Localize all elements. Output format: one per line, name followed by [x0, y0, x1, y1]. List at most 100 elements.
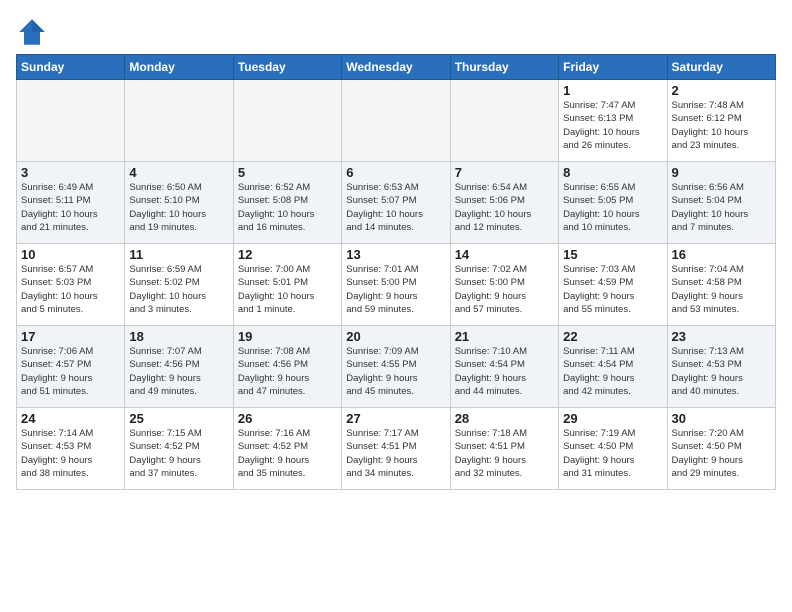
calendar-week-row: 3Sunrise: 6:49 AMSunset: 5:11 PMDaylight… [17, 162, 776, 244]
day-number: 9 [672, 165, 771, 180]
day-info: Sunrise: 7:15 AMSunset: 4:52 PMDaylight:… [129, 427, 228, 480]
calendar-day-cell: 6Sunrise: 6:53 AMSunset: 5:07 PMDaylight… [342, 162, 450, 244]
calendar: SundayMondayTuesdayWednesdayThursdayFrid… [16, 54, 776, 490]
calendar-day-cell: 4Sunrise: 6:50 AMSunset: 5:10 PMDaylight… [125, 162, 233, 244]
day-number: 4 [129, 165, 228, 180]
day-info: Sunrise: 7:17 AMSunset: 4:51 PMDaylight:… [346, 427, 445, 480]
calendar-day-cell [125, 80, 233, 162]
calendar-day-cell: 22Sunrise: 7:11 AMSunset: 4:54 PMDayligh… [559, 326, 667, 408]
day-number: 29 [563, 411, 662, 426]
calendar-day-cell: 23Sunrise: 7:13 AMSunset: 4:53 PMDayligh… [667, 326, 775, 408]
calendar-day-cell [233, 80, 341, 162]
calendar-day-cell: 27Sunrise: 7:17 AMSunset: 4:51 PMDayligh… [342, 408, 450, 490]
day-info: Sunrise: 7:04 AMSunset: 4:58 PMDaylight:… [672, 263, 771, 316]
calendar-week-row: 1Sunrise: 7:47 AMSunset: 6:13 PMDaylight… [17, 80, 776, 162]
page-container: SundayMondayTuesdayWednesdayThursdayFrid… [0, 0, 792, 498]
day-number: 17 [21, 329, 120, 344]
calendar-day-cell: 21Sunrise: 7:10 AMSunset: 4:54 PMDayligh… [450, 326, 558, 408]
calendar-day-cell: 9Sunrise: 6:56 AMSunset: 5:04 PMDaylight… [667, 162, 775, 244]
calendar-day-cell: 30Sunrise: 7:20 AMSunset: 4:50 PMDayligh… [667, 408, 775, 490]
day-info: Sunrise: 7:00 AMSunset: 5:01 PMDaylight:… [238, 263, 337, 316]
day-info: Sunrise: 7:10 AMSunset: 4:54 PMDaylight:… [455, 345, 554, 398]
calendar-day-cell: 1Sunrise: 7:47 AMSunset: 6:13 PMDaylight… [559, 80, 667, 162]
calendar-day-cell: 29Sunrise: 7:19 AMSunset: 4:50 PMDayligh… [559, 408, 667, 490]
calendar-header-row: SundayMondayTuesdayWednesdayThursdayFrid… [17, 55, 776, 80]
day-info: Sunrise: 7:06 AMSunset: 4:57 PMDaylight:… [21, 345, 120, 398]
day-info: Sunrise: 6:54 AMSunset: 5:06 PMDaylight:… [455, 181, 554, 234]
calendar-day-cell: 20Sunrise: 7:09 AMSunset: 4:55 PMDayligh… [342, 326, 450, 408]
day-number: 2 [672, 83, 771, 98]
day-number: 14 [455, 247, 554, 262]
calendar-day-cell: 13Sunrise: 7:01 AMSunset: 5:00 PMDayligh… [342, 244, 450, 326]
calendar-day-header: Tuesday [233, 55, 341, 80]
day-info: Sunrise: 6:55 AMSunset: 5:05 PMDaylight:… [563, 181, 662, 234]
calendar-day-header: Sunday [17, 55, 125, 80]
calendar-day-header: Friday [559, 55, 667, 80]
day-info: Sunrise: 6:50 AMSunset: 5:10 PMDaylight:… [129, 181, 228, 234]
day-number: 15 [563, 247, 662, 262]
day-info: Sunrise: 6:57 AMSunset: 5:03 PMDaylight:… [21, 263, 120, 316]
calendar-day-cell: 8Sunrise: 6:55 AMSunset: 5:05 PMDaylight… [559, 162, 667, 244]
calendar-day-cell: 14Sunrise: 7:02 AMSunset: 5:00 PMDayligh… [450, 244, 558, 326]
calendar-day-cell: 19Sunrise: 7:08 AMSunset: 4:56 PMDayligh… [233, 326, 341, 408]
day-info: Sunrise: 7:02 AMSunset: 5:00 PMDaylight:… [455, 263, 554, 316]
day-info: Sunrise: 6:49 AMSunset: 5:11 PMDaylight:… [21, 181, 120, 234]
day-number: 11 [129, 247, 228, 262]
day-info: Sunrise: 7:11 AMSunset: 4:54 PMDaylight:… [563, 345, 662, 398]
day-number: 3 [21, 165, 120, 180]
calendar-day-cell: 25Sunrise: 7:15 AMSunset: 4:52 PMDayligh… [125, 408, 233, 490]
day-info: Sunrise: 7:09 AMSunset: 4:55 PMDaylight:… [346, 345, 445, 398]
day-info: Sunrise: 7:48 AMSunset: 6:12 PMDaylight:… [672, 99, 771, 152]
calendar-day-cell: 3Sunrise: 6:49 AMSunset: 5:11 PMDaylight… [17, 162, 125, 244]
day-info: Sunrise: 7:07 AMSunset: 4:56 PMDaylight:… [129, 345, 228, 398]
day-number: 10 [21, 247, 120, 262]
day-number: 22 [563, 329, 662, 344]
calendar-day-cell: 10Sunrise: 6:57 AMSunset: 5:03 PMDayligh… [17, 244, 125, 326]
calendar-day-cell: 5Sunrise: 6:52 AMSunset: 5:08 PMDaylight… [233, 162, 341, 244]
day-info: Sunrise: 7:03 AMSunset: 4:59 PMDaylight:… [563, 263, 662, 316]
calendar-day-cell: 11Sunrise: 6:59 AMSunset: 5:02 PMDayligh… [125, 244, 233, 326]
day-info: Sunrise: 7:20 AMSunset: 4:50 PMDaylight:… [672, 427, 771, 480]
day-info: Sunrise: 7:14 AMSunset: 4:53 PMDaylight:… [21, 427, 120, 480]
calendar-day-header: Saturday [667, 55, 775, 80]
day-info: Sunrise: 6:53 AMSunset: 5:07 PMDaylight:… [346, 181, 445, 234]
calendar-day-cell: 16Sunrise: 7:04 AMSunset: 4:58 PMDayligh… [667, 244, 775, 326]
day-info: Sunrise: 7:16 AMSunset: 4:52 PMDaylight:… [238, 427, 337, 480]
calendar-day-cell: 2Sunrise: 7:48 AMSunset: 6:12 PMDaylight… [667, 80, 775, 162]
calendar-day-cell: 12Sunrise: 7:00 AMSunset: 5:01 PMDayligh… [233, 244, 341, 326]
header [16, 12, 776, 48]
calendar-day-cell [342, 80, 450, 162]
day-number: 21 [455, 329, 554, 344]
day-info: Sunrise: 6:52 AMSunset: 5:08 PMDaylight:… [238, 181, 337, 234]
day-number: 30 [672, 411, 771, 426]
calendar-day-cell: 24Sunrise: 7:14 AMSunset: 4:53 PMDayligh… [17, 408, 125, 490]
day-info: Sunrise: 6:56 AMSunset: 5:04 PMDaylight:… [672, 181, 771, 234]
calendar-day-cell: 7Sunrise: 6:54 AMSunset: 5:06 PMDaylight… [450, 162, 558, 244]
day-number: 27 [346, 411, 445, 426]
calendar-day-cell: 26Sunrise: 7:16 AMSunset: 4:52 PMDayligh… [233, 408, 341, 490]
day-info: Sunrise: 7:18 AMSunset: 4:51 PMDaylight:… [455, 427, 554, 480]
day-number: 25 [129, 411, 228, 426]
day-number: 23 [672, 329, 771, 344]
calendar-day-cell: 15Sunrise: 7:03 AMSunset: 4:59 PMDayligh… [559, 244, 667, 326]
day-info: Sunrise: 7:47 AMSunset: 6:13 PMDaylight:… [563, 99, 662, 152]
day-info: Sunrise: 7:08 AMSunset: 4:56 PMDaylight:… [238, 345, 337, 398]
day-number: 16 [672, 247, 771, 262]
calendar-day-cell: 18Sunrise: 7:07 AMSunset: 4:56 PMDayligh… [125, 326, 233, 408]
calendar-day-cell: 17Sunrise: 7:06 AMSunset: 4:57 PMDayligh… [17, 326, 125, 408]
logo [16, 16, 52, 48]
calendar-day-header: Wednesday [342, 55, 450, 80]
calendar-week-row: 10Sunrise: 6:57 AMSunset: 5:03 PMDayligh… [17, 244, 776, 326]
calendar-day-cell [17, 80, 125, 162]
day-info: Sunrise: 6:59 AMSunset: 5:02 PMDaylight:… [129, 263, 228, 316]
day-number: 26 [238, 411, 337, 426]
day-number: 19 [238, 329, 337, 344]
day-number: 7 [455, 165, 554, 180]
day-number: 12 [238, 247, 337, 262]
day-info: Sunrise: 7:01 AMSunset: 5:00 PMDaylight:… [346, 263, 445, 316]
day-number: 5 [238, 165, 337, 180]
logo-icon [16, 16, 48, 48]
day-info: Sunrise: 7:13 AMSunset: 4:53 PMDaylight:… [672, 345, 771, 398]
calendar-day-cell [450, 80, 558, 162]
day-number: 1 [563, 83, 662, 98]
